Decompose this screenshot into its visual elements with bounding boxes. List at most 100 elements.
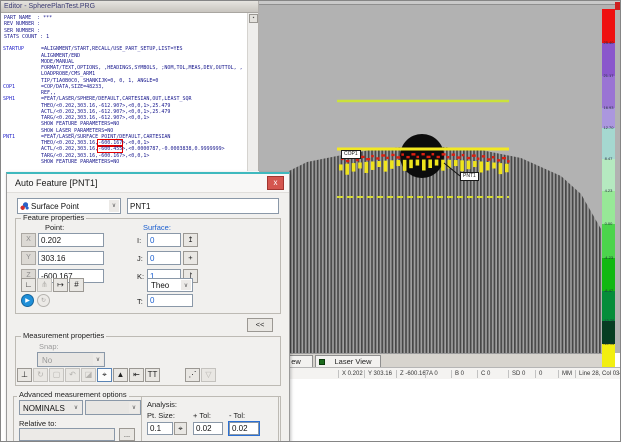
edit-window-titlebar[interactable]: Editor - SpherePlanTest.PRG [1, 1, 258, 13]
columns-icon[interactable]: ΤΤ [145, 368, 160, 382]
measurement-toolbar: ⊥↻▢↶◪⌖▲⇤ΤΤ ⋰▽ [17, 368, 217, 386]
feature-properties-label: Feature properties [21, 214, 86, 222]
color-scale-segment [602, 76, 615, 108]
code-line[interactable]: SHOW FEATURE PARAMETERS=NO [3, 159, 246, 165]
minus-tol-input[interactable] [229, 422, 259, 435]
color-scale-tick-label: 8.47 [602, 157, 615, 161]
color-scale-tick-label: 12.70 [602, 126, 615, 130]
color-scale-tick-label: -8.47 [602, 289, 615, 293]
point-path-icon[interactable]: ⋰ [185, 368, 200, 382]
pt-size-input[interactable] [147, 422, 173, 435]
feature-type-select[interactable]: Surface Point ∨ [17, 198, 121, 214]
status-field: A 0 [425, 370, 438, 378]
copy-region-icon[interactable]: ▢ [49, 368, 64, 382]
snap-select[interactable]: No ∨ [37, 352, 105, 367]
color-scale-tick-label: 0.00 [602, 222, 615, 226]
t-label: T: [137, 297, 143, 306]
status-field: B 0 [451, 370, 464, 378]
surface-point-icon [20, 202, 29, 210]
crosshair-move-icon[interactable]: + [183, 251, 198, 265]
feature-toolbar: ∟⋔↦# [21, 278, 85, 296]
theo-select[interactable]: Theo ∨ [147, 278, 193, 292]
offset-icon[interactable]: ⇤ [129, 368, 144, 382]
snap-value: No [42, 354, 92, 367]
x-coordinate-input[interactable] [38, 233, 104, 247]
deviation-color-scale: 25.4021.1716.9312.708.474.230.00-4.23-8.… [602, 9, 615, 376]
undo-icon[interactable]: ↶ [65, 368, 80, 382]
status-field: C 0 [477, 370, 490, 378]
scale-top-marker [615, 2, 621, 10]
view-tab-bar: ew Laser View [259, 353, 602, 367]
chevron-down-icon[interactable]: ∨ [181, 280, 191, 290]
plus-tol-label: + Tol: [193, 411, 211, 420]
j-vector-input[interactable] [147, 251, 181, 265]
export-icon[interactable]: ◪ [81, 368, 96, 382]
relative-to-input[interactable] [19, 428, 115, 441]
browse-button[interactable]: ... [119, 428, 135, 441]
plus-tol-input[interactable] [193, 422, 223, 435]
filter-icon[interactable]: ▽ [201, 368, 216, 382]
status-field: SD 0 [508, 370, 525, 378]
color-scale-segment [602, 43, 615, 76]
color-scale-tick-label: 21.17 [602, 74, 615, 78]
retest-button[interactable]: ↻ [37, 294, 50, 307]
analysis-label: Analysis: [147, 400, 177, 409]
k-label: K: [137, 272, 144, 281]
auto-feature-dialog: Auto Feature [PNT1] x Surface Point ∨ Fe… [6, 172, 290, 442]
color-scale-tick-label: -4.23 [602, 256, 615, 260]
color-scale-segment [602, 9, 615, 43]
status-field: Line 28, Col 034 [575, 370, 621, 378]
relative-to-label: Relative to: [19, 419, 57, 428]
measure-now-button[interactable]: ▶ [21, 294, 34, 307]
measurement-properties-label: Measurement properties [21, 332, 106, 340]
probe-touch-icon[interactable]: ⊥ [17, 368, 32, 382]
grid-icon[interactable]: # [69, 278, 84, 292]
editor-scrollbar[interactable]: ▪ [247, 13, 258, 171]
laser-graphics-view[interactable]: COP1 PNT1 [259, 1, 621, 353]
i-vector-input[interactable] [147, 233, 181, 247]
edit-window: Editor - SpherePlanTest.PRG ▪ PART NAME … [1, 1, 259, 171]
color-scale-segment [602, 224, 615, 258]
tab-laser-view-label: Laser View [335, 357, 372, 366]
target-icon[interactable]: ⌖ [97, 368, 112, 382]
dialog-title[interactable]: Auto Feature [PNT1] [7, 174, 289, 193]
point-label: Point: [45, 223, 64, 232]
theo-value: Theo [151, 280, 180, 292]
level-icon[interactable]: ▲ [113, 368, 128, 382]
advanced-options-label: Advanced measurement options [17, 391, 129, 399]
laser-view-icon [319, 359, 325, 365]
point-cloud-canvas[interactable] [259, 4, 621, 353]
color-scale-segment [602, 291, 615, 321]
scrollbar-up-icon[interactable]: ▪ [249, 14, 258, 23]
nominals-select[interactable]: NOMINALS ∨ [19, 400, 83, 415]
cop1-feature-label[interactable]: COP1 [341, 150, 361, 159]
y-coordinate-input[interactable] [38, 251, 104, 265]
nominals-mode-select[interactable]: ∨ [85, 400, 141, 415]
collapse-dialog-button[interactable]: << [247, 318, 273, 332]
pt-size-pick-icon[interactable]: ⌖ [174, 422, 187, 435]
color-scale-segment [602, 258, 615, 291]
color-scale-tick-label: 25.40 [602, 41, 615, 45]
close-icon[interactable]: x [267, 176, 284, 190]
pnt1-feature-label[interactable]: PNT1 [460, 172, 479, 181]
chevron-down-icon[interactable]: ∨ [71, 402, 81, 413]
rotate-icon[interactable]: ↻ [33, 368, 48, 382]
feature-type-value: Surface Point [31, 200, 108, 213]
status-field: 0 [535, 370, 542, 378]
t-input[interactable] [147, 294, 193, 307]
color-scale-tick-label: 4.23 [602, 189, 615, 193]
minus-tol-label: - Tol: [229, 411, 245, 420]
feature-name-input[interactable] [127, 198, 279, 214]
point-distance-icon[interactable]: ↦ [53, 278, 68, 292]
application-window: Editor - SpherePlanTest.PRG ▪ PART NAME … [0, 0, 621, 442]
chevron-down-icon: ∨ [129, 402, 139, 413]
program-code-area[interactable]: PART NAME : ***REV NUMBER :SER NUMBER :S… [3, 15, 246, 171]
find-icon[interactable]: ⋔ [37, 278, 52, 292]
axes-icon[interactable]: ∟ [21, 278, 36, 292]
status-field: Y 303.16 [364, 370, 392, 378]
chevron-down-icon[interactable]: ∨ [109, 200, 119, 212]
status-bar: X 0.202Y 303.16Z -600.167A 0B 0C 0SD 00M… [259, 367, 621, 379]
axis-toggle-y[interactable]: Y [21, 251, 36, 265]
axis-toggle-x[interactable]: X [21, 233, 36, 247]
surface-normal-icon[interactable]: ↥ [183, 233, 198, 247]
